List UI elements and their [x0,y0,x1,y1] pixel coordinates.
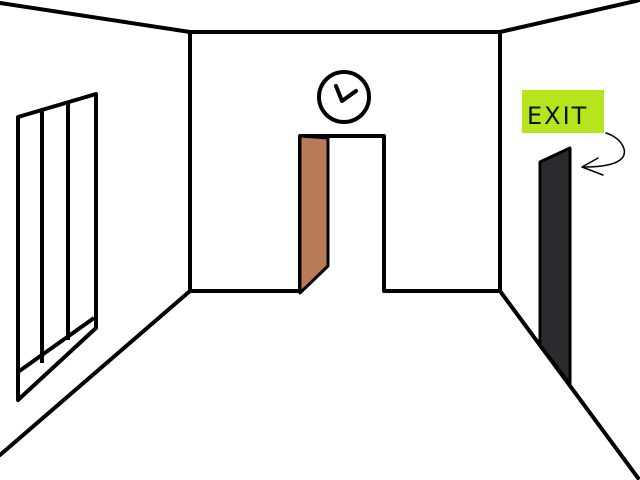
window[interactable] [16,92,98,402]
open-door[interactable] [298,134,330,295]
exit-door-panel [538,146,572,386]
exit-sign-label: EXIT [527,102,588,130]
curved-arrow-left-icon [581,132,626,176]
game-scene: EXIT [0,0,640,480]
back-doorway[interactable] [298,134,386,295]
exit-sign[interactable]: EXIT [522,90,604,133]
hallway-room: EXIT [0,0,640,480]
ceiling-edge-left [0,1,192,34]
clock-face [317,70,371,124]
window-frame [16,92,98,402]
wall-clock-icon[interactable] [317,70,371,124]
exit-door[interactable] [538,146,572,386]
ceiling-edge-right [498,0,640,34]
